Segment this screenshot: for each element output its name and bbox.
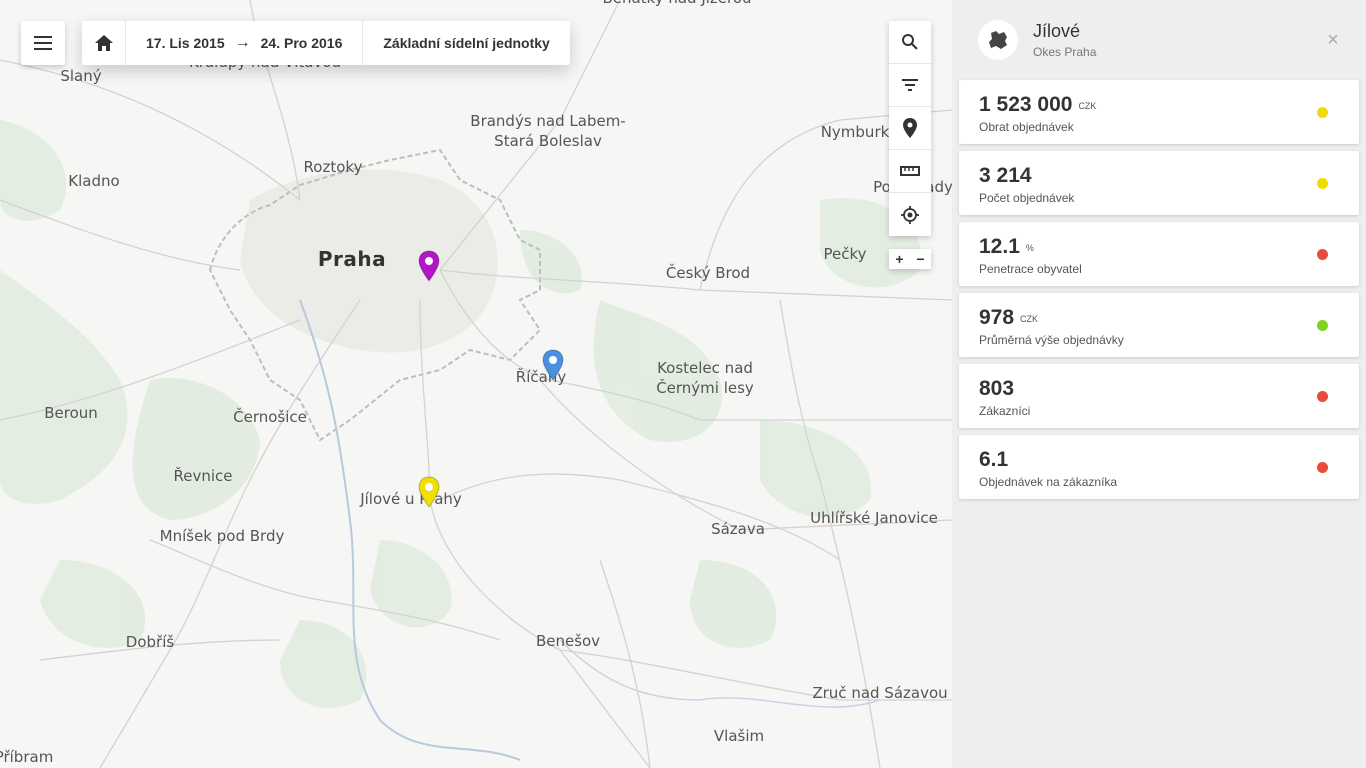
metric-label: Objednávek na zákazníka — [979, 475, 1118, 489]
metric-label: Penetrace obyvatel — [979, 262, 1082, 276]
metric-label: Průměrná výše objednávky — [979, 333, 1124, 347]
top-toolbar: 17. Lis 2015 → 24. Pro 2016 Základní síd… — [82, 21, 570, 65]
city-label: Zruč nad Sázavou — [812, 684, 948, 702]
metric-value: 803 — [979, 377, 1020, 401]
region-avatar — [978, 20, 1018, 60]
map-tools — [889, 21, 931, 236]
arrow-right-icon: → — [234, 34, 251, 51]
metric-label: Obrat objednávek — [979, 120, 1074, 134]
city-label: Kostelec nad Černými lesy — [656, 359, 754, 397]
city-label: Beroun — [44, 404, 98, 422]
metric-number: 12.1 — [979, 235, 1020, 258]
metric-value: 978 CZK — [979, 306, 1038, 330]
city-label: Mníšek pod Brdy — [159, 527, 285, 545]
map-pin-icon — [418, 250, 440, 282]
city-label: Dobříš — [125, 633, 175, 651]
home-icon — [94, 35, 113, 51]
date-from: 17. Lis 2015 — [146, 35, 225, 51]
city-label: Pečky — [823, 245, 867, 263]
metric-value: 3 214 — [979, 164, 1038, 188]
metric-unit: CZK — [1020, 314, 1039, 324]
location-pin-icon — [903, 118, 917, 138]
region-name: Jílové — [1033, 21, 1081, 41]
metric-card[interactable]: 1 523 000 CZK Obrat objednávek — [959, 80, 1359, 144]
metric-card[interactable]: 12.1% Penetrace obyvatel — [959, 222, 1359, 286]
status-dot — [1317, 320, 1328, 331]
zoom-out-button[interactable]: − — [910, 249, 931, 269]
home-button[interactable] — [82, 21, 126, 65]
zoom-control: + − — [889, 249, 931, 269]
ruler-icon — [900, 166, 920, 176]
map-pin-icon — [542, 349, 564, 381]
map-pin-icon — [418, 476, 440, 508]
metric-number: 803 — [979, 377, 1015, 400]
metric-card[interactable]: 803 Zákazníci — [959, 364, 1359, 428]
city-label: Praha — [317, 247, 387, 271]
city-label: Řevnice — [173, 467, 233, 485]
city-label: Brandýs nad Labem- Stará Boleslav — [470, 112, 626, 150]
metric-label: Počet objednávek — [979, 191, 1075, 205]
marker-jilove[interactable] — [417, 476, 441, 508]
menu-button[interactable] — [21, 21, 65, 65]
marker-ricany[interactable] — [541, 349, 565, 381]
metric-number: 3 214 — [979, 164, 1032, 187]
city-label: Český Brod — [665, 264, 751, 282]
region-subtitle: Okes Praha — [1033, 45, 1097, 59]
locate-button[interactable] — [889, 193, 931, 236]
city-label: Černošice — [233, 408, 307, 426]
detail-panel: Jílové Okes Praha × 1 523 000 CZK Obrat ob… — [952, 0, 1366, 768]
search-button[interactable] — [889, 21, 931, 64]
city-label: Kladno — [68, 172, 120, 190]
city-label: Příbram — [0, 748, 54, 766]
metric-unit: % — [1025, 243, 1034, 253]
status-dot — [1317, 178, 1328, 189]
filter-button[interactable] — [889, 64, 931, 107]
filter-icon — [902, 79, 918, 91]
status-dot — [1317, 107, 1328, 118]
city-label: Uhlířské Janovice — [810, 509, 938, 527]
zoom-in-button[interactable]: + — [889, 249, 910, 269]
city-label: Vlašim — [713, 727, 765, 745]
units-selector[interactable]: Základní sídelní jednotky — [363, 21, 569, 65]
close-icon[interactable]: × — [1325, 30, 1341, 50]
metric-value: 12.1% — [979, 235, 1034, 259]
metric-number: 6.1 — [979, 448, 1009, 471]
city-label: Benešov — [535, 632, 601, 650]
metric-card[interactable]: 3 214 Počet objednávek — [959, 151, 1359, 215]
ruler-button[interactable] — [889, 150, 931, 193]
location-pin-button[interactable] — [889, 107, 931, 150]
city-label: Nymburk — [820, 123, 890, 141]
metric-card[interactable]: 6.1 Objednávek na zákazníka — [959, 435, 1359, 499]
metric-number: 978 — [979, 306, 1015, 329]
city-label: Benátky nad Jizerou — [602, 0, 751, 8]
city-label: Jílové u Prahy — [360, 490, 462, 508]
city-label: Roztoky — [303, 158, 363, 176]
metric-value: 6.1 — [979, 448, 1014, 472]
marker-praha[interactable] — [417, 250, 441, 282]
metric-label: Zákazníci — [979, 404, 1031, 418]
panel-header: Jílové Okes Praha × — [952, 0, 1366, 80]
metric-unit: CZK — [1078, 101, 1097, 111]
metric-value: 1 523 000 CZK — [979, 93, 1096, 117]
metric-number: 1 523 000 — [979, 93, 1073, 116]
metric-card[interactable]: 978 CZK Průměrná výše objednávky — [959, 293, 1359, 357]
status-dot — [1317, 462, 1328, 473]
map-canvas[interactable]: Benátky nad JizerouKralupy nad VltavouSl… — [0, 0, 952, 768]
search-icon — [902, 34, 918, 50]
region-shape-icon — [989, 31, 1007, 49]
date-to: 24. Pro 2016 — [260, 35, 343, 51]
status-dot — [1317, 249, 1328, 260]
crosshair-locate-icon — [901, 205, 919, 224]
date-range-button[interactable]: 17. Lis 2015 → 24. Pro 2016 — [126, 21, 364, 65]
status-dot — [1317, 391, 1328, 402]
city-label: Sázava — [711, 520, 765, 538]
city-label: Slaný — [60, 67, 102, 85]
hamburger-menu-icon — [34, 36, 52, 50]
